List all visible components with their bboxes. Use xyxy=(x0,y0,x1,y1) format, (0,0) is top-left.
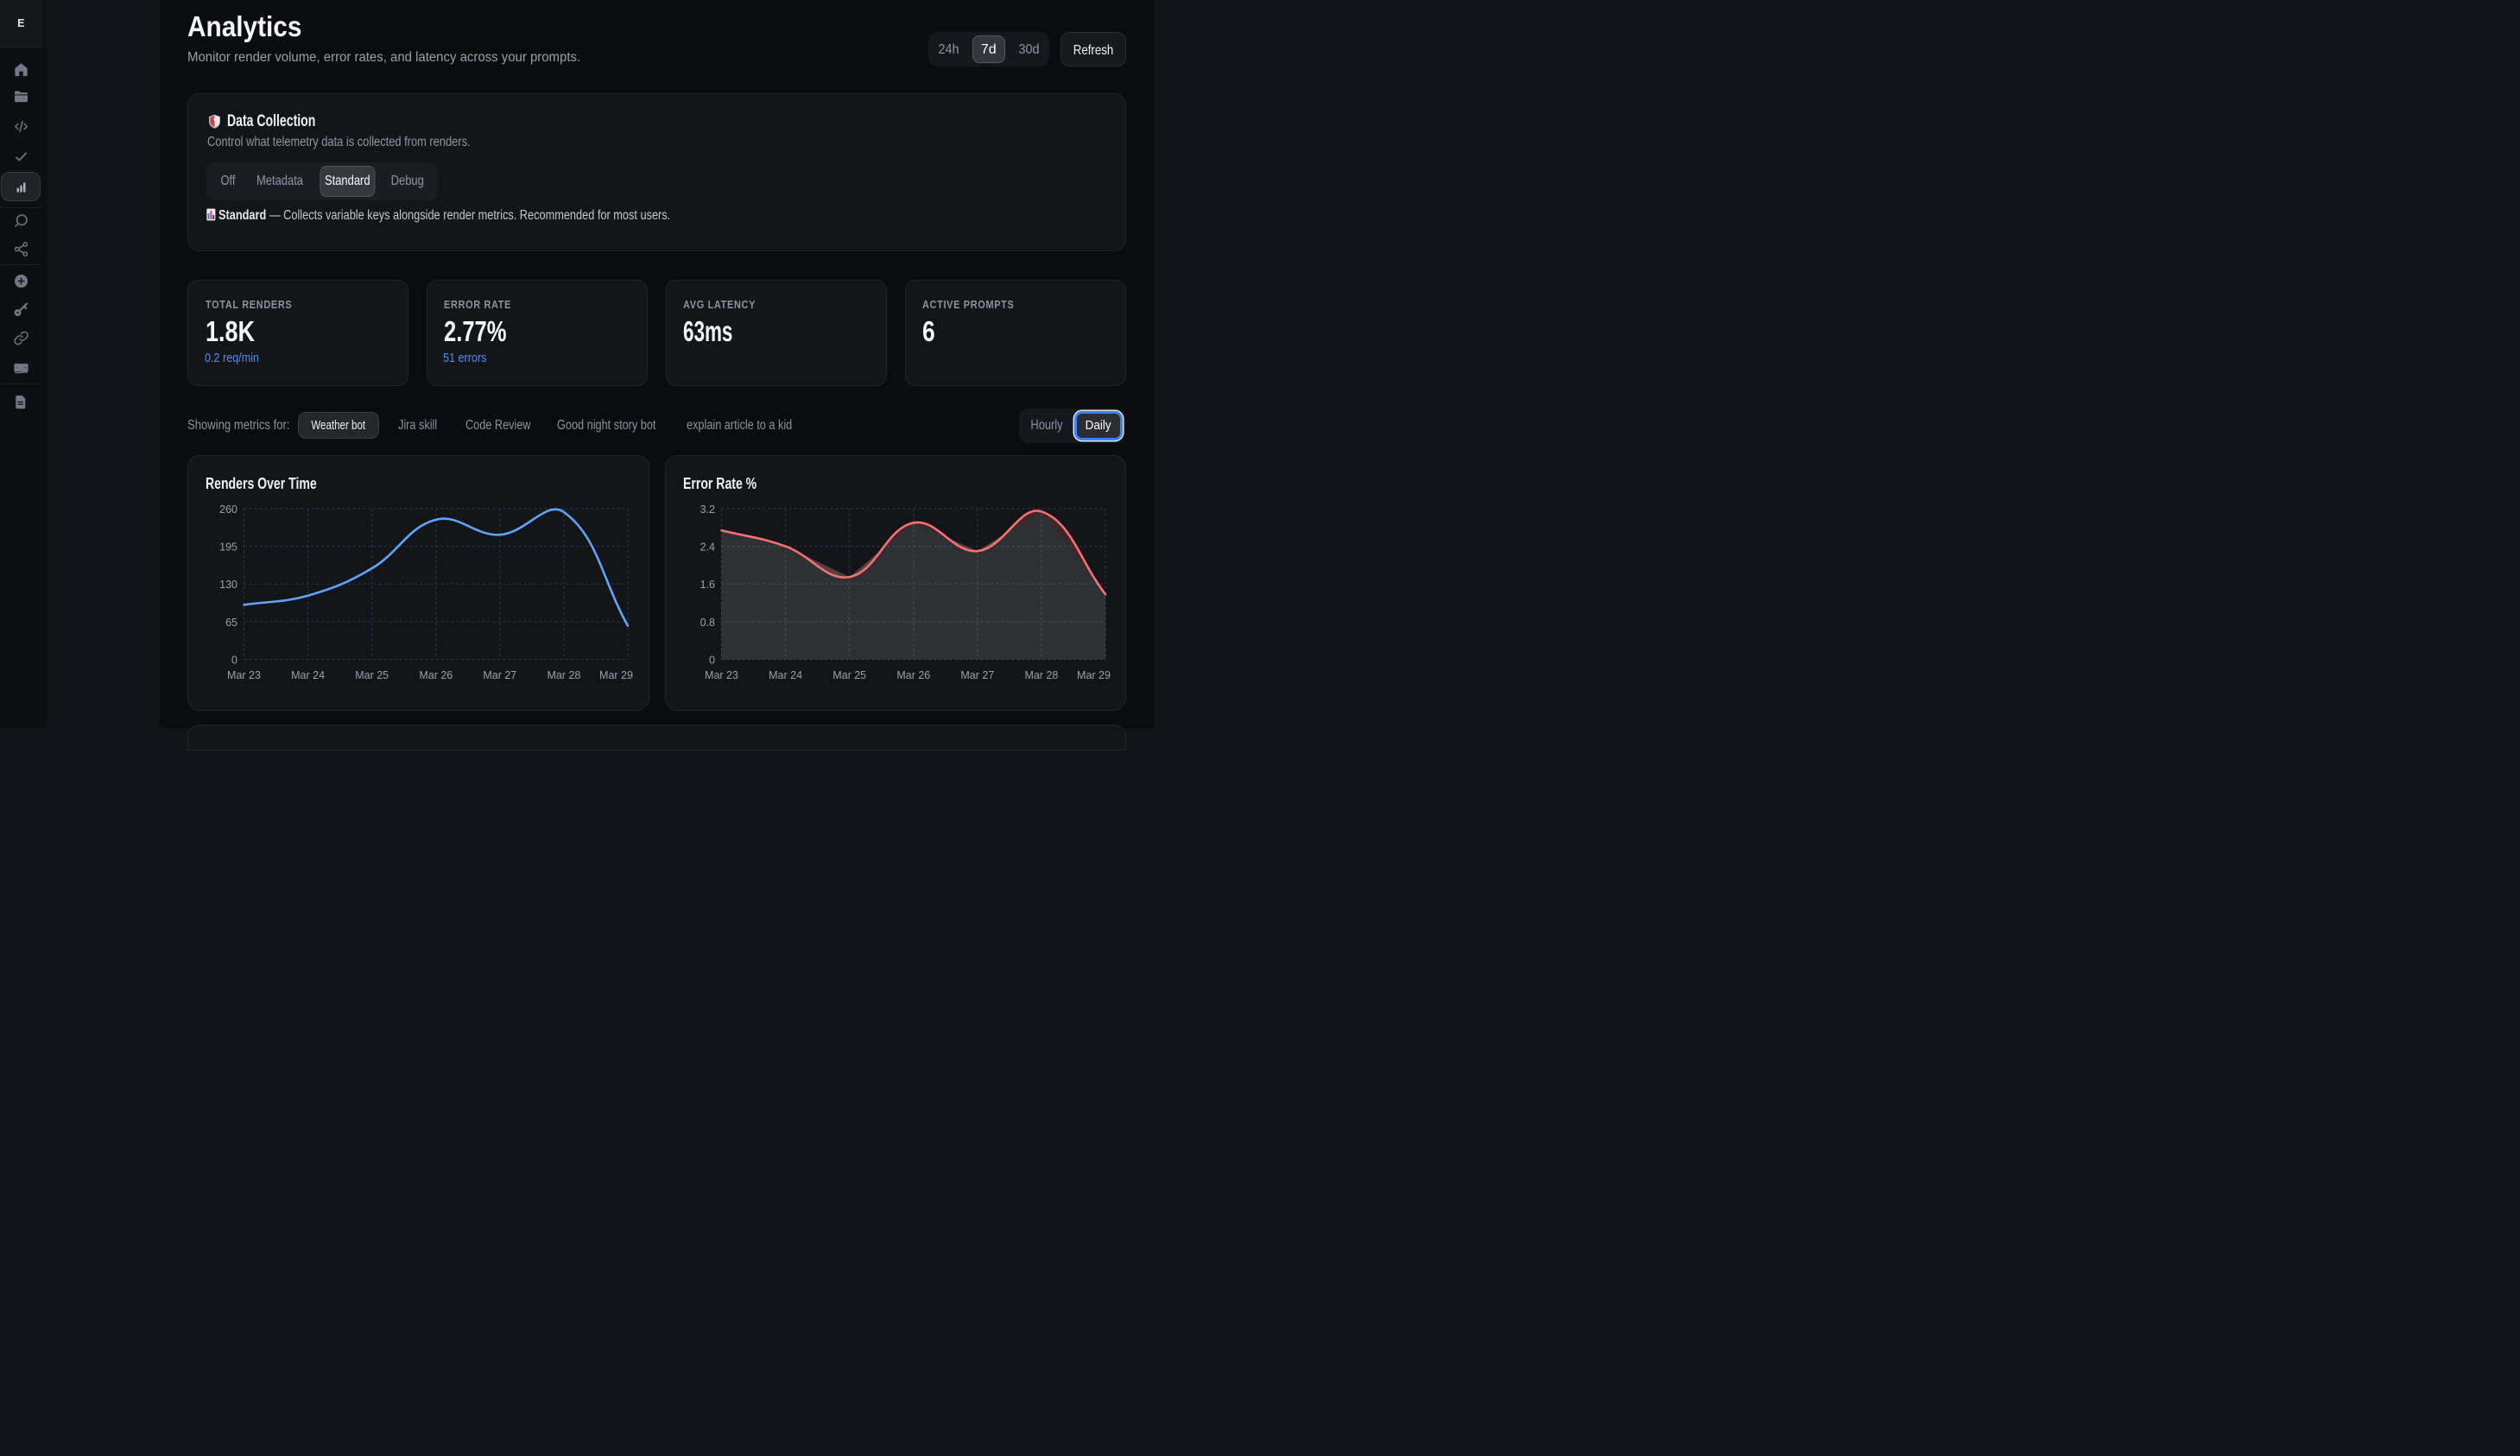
svg-text:Mar 28: Mar 28 xyxy=(547,669,580,681)
svg-text:Mar 26: Mar 26 xyxy=(419,669,453,681)
svg-text:130: 130 xyxy=(219,579,237,591)
svg-text:260: 260 xyxy=(219,503,237,516)
svg-text:195: 195 xyxy=(219,541,237,554)
svg-text:65: 65 xyxy=(225,617,237,629)
svg-text:Mar 29: Mar 29 xyxy=(599,669,633,681)
svg-text:3.2: 3.2 xyxy=(700,503,714,516)
svg-text:Mar 24: Mar 24 xyxy=(291,669,325,681)
svg-text:0: 0 xyxy=(709,655,715,667)
svg-text:Mar 26: Mar 26 xyxy=(896,669,930,681)
svg-text:Mar 27: Mar 27 xyxy=(483,669,516,681)
svg-text:Mar 25: Mar 25 xyxy=(355,669,389,681)
svg-text:Mar 23: Mar 23 xyxy=(227,669,261,681)
svg-text:1.6: 1.6 xyxy=(700,579,714,591)
svg-text:2.4: 2.4 xyxy=(700,541,714,554)
svg-text:Mar 25: Mar 25 xyxy=(833,669,866,681)
svg-text:Mar 24: Mar 24 xyxy=(769,669,802,681)
svg-text:Mar 29: Mar 29 xyxy=(1077,669,1111,681)
svg-text:Mar 23: Mar 23 xyxy=(705,669,738,681)
svg-text:Mar 27: Mar 27 xyxy=(960,669,994,681)
svg-text:0.8: 0.8 xyxy=(700,617,714,629)
svg-text:Mar 28: Mar 28 xyxy=(1024,669,1058,681)
svg-text:0: 0 xyxy=(231,655,237,667)
